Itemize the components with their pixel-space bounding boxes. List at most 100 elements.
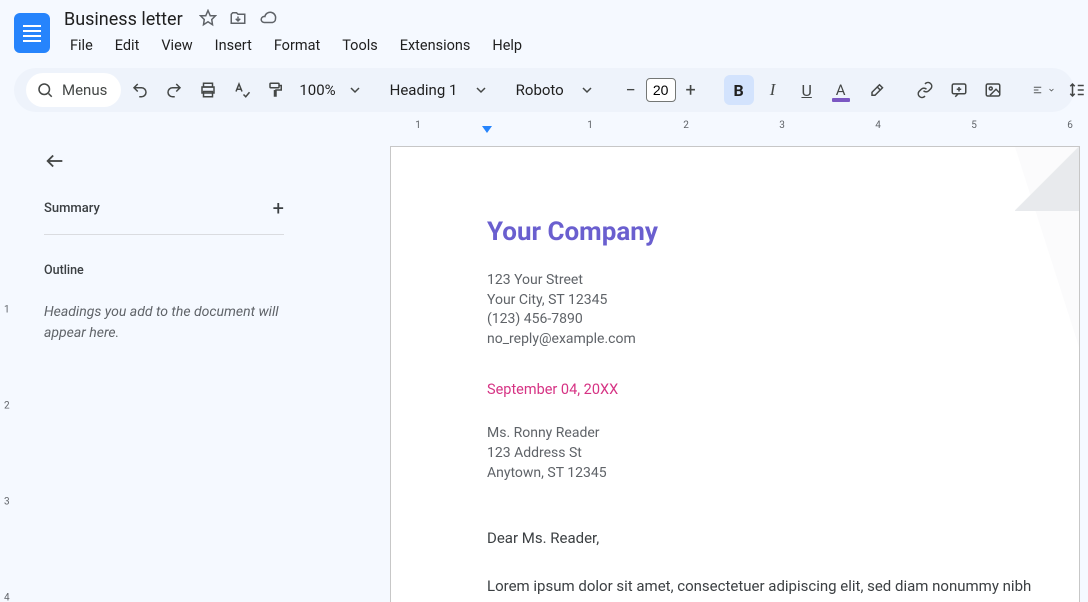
redo-button[interactable] bbox=[159, 75, 189, 105]
menu-extensions[interactable]: Extensions bbox=[390, 33, 481, 58]
line-spacing-button[interactable] bbox=[1062, 75, 1088, 105]
menus-label: Menus bbox=[62, 81, 107, 99]
menu-bar: File Edit View Insert Format Tools Exten… bbox=[60, 33, 532, 58]
addr-line: 123 Your Street bbox=[487, 271, 983, 291]
ruler-tick: 6 bbox=[1067, 120, 1073, 131]
align-button[interactable] bbox=[1028, 75, 1058, 105]
letter-body[interactable]: Lorem ipsum dolor sit amet, consectetuer… bbox=[487, 573, 1067, 602]
sender-address[interactable]: 123 Your Street Your City, ST 12345 (123… bbox=[487, 271, 983, 349]
undo-button[interactable] bbox=[125, 75, 155, 105]
italic-icon: I bbox=[770, 80, 776, 100]
title-bar: Business letter File Edit View Insert Fo… bbox=[0, 0, 1088, 58]
summary-label: Summary bbox=[44, 201, 100, 216]
addr-line: (123) 456-7890 bbox=[487, 310, 983, 330]
line-spacing-icon bbox=[1068, 81, 1086, 99]
doc-company-heading[interactable]: Your Company bbox=[487, 217, 983, 247]
docs-logo[interactable] bbox=[14, 13, 50, 53]
indent-marker[interactable] bbox=[482, 126, 492, 133]
menu-format[interactable]: Format bbox=[264, 33, 330, 58]
font-size-increase[interactable]: + bbox=[678, 77, 704, 103]
insert-image-button[interactable] bbox=[978, 75, 1008, 105]
horizontal-ruler[interactable]: 1 1 2 3 4 5 6 bbox=[390, 120, 1088, 138]
arrow-left-icon bbox=[44, 150, 66, 172]
chevron-down-icon bbox=[582, 85, 592, 95]
ruler-tick: 1 bbox=[587, 120, 593, 131]
font-size-input[interactable] bbox=[646, 78, 676, 102]
ruler-tick: 3 bbox=[4, 497, 10, 508]
ruler-tick: 4 bbox=[4, 593, 10, 602]
menu-insert[interactable]: Insert bbox=[205, 33, 262, 58]
italic-button[interactable]: I bbox=[758, 75, 788, 105]
comment-plus-icon bbox=[950, 81, 968, 99]
text-color-button[interactable]: A bbox=[826, 75, 856, 105]
styles-dropdown[interactable] bbox=[470, 85, 492, 95]
styles-select[interactable]: Heading 1 bbox=[386, 81, 466, 99]
bold-icon: B bbox=[734, 81, 744, 100]
menu-file[interactable]: File bbox=[60, 33, 103, 58]
vertical-ruler[interactable]: 1 2 3 4 bbox=[0, 140, 22, 602]
add-comment-button[interactable] bbox=[944, 75, 974, 105]
title-actions bbox=[199, 9, 277, 31]
align-left-icon bbox=[1032, 81, 1043, 99]
zoom-dropdown[interactable] bbox=[344, 85, 366, 95]
text-color-icon: A bbox=[836, 81, 846, 99]
menu-edit[interactable]: Edit bbox=[105, 33, 150, 58]
search-menus-button[interactable]: Menus bbox=[26, 73, 121, 107]
undo-icon bbox=[131, 81, 149, 99]
move-icon[interactable] bbox=[229, 9, 247, 31]
paint-roller-icon bbox=[267, 81, 285, 99]
image-icon bbox=[984, 81, 1002, 99]
doc-name-row: Business letter bbox=[60, 8, 532, 31]
bold-button[interactable]: B bbox=[724, 75, 754, 105]
ruler-tick: 1 bbox=[415, 120, 421, 131]
addr-line: Ms. Ronny Reader bbox=[487, 424, 983, 444]
letter-date[interactable]: September 04, 20XX bbox=[487, 381, 983, 398]
page-scroll-area[interactable]: Your Company 123 Your Street Your City, … bbox=[390, 140, 1088, 602]
addr-line: Your City, ST 12345 bbox=[487, 291, 983, 311]
title-column: Business letter File Edit View Insert Fo… bbox=[60, 8, 532, 58]
salutation[interactable]: Dear Ms. Reader, bbox=[487, 529, 983, 547]
outline-panel: Summary + Outline Headings you add to th… bbox=[28, 140, 328, 354]
ruler-tick: 2 bbox=[683, 120, 689, 131]
link-icon bbox=[916, 81, 934, 99]
chevron-down-icon bbox=[350, 85, 360, 95]
font-select[interactable]: Roboto bbox=[512, 81, 572, 99]
ruler-tick: 1 bbox=[4, 305, 10, 316]
highlight-button[interactable] bbox=[860, 75, 890, 105]
zoom-select[interactable]: 100% bbox=[295, 81, 339, 99]
text-color-swatch bbox=[832, 98, 850, 102]
paint-format-button[interactable] bbox=[261, 75, 291, 105]
app-shell: Business letter File Edit View Insert Fo… bbox=[0, 0, 1088, 602]
addr-line: 123 Address St bbox=[487, 444, 983, 464]
insert-link-button[interactable] bbox=[910, 75, 940, 105]
search-icon bbox=[36, 81, 54, 99]
font-dropdown[interactable] bbox=[576, 85, 598, 95]
add-summary-button[interactable]: + bbox=[273, 196, 284, 220]
recipient-address[interactable]: Ms. Ronny Reader 123 Address St Anytown,… bbox=[487, 424, 983, 483]
workspace: 1 1 2 3 4 5 6 1 2 3 4 Summary + Outline bbox=[0, 120, 1088, 602]
doc-title[interactable]: Business letter bbox=[60, 8, 187, 31]
ruler-tick: 3 bbox=[779, 120, 785, 131]
font-size-decrease[interactable]: − bbox=[618, 77, 644, 103]
cloud-status-icon[interactable] bbox=[259, 9, 277, 31]
spellcheck-icon bbox=[233, 81, 251, 99]
document-page[interactable]: Your Company 123 Your Street Your City, … bbox=[390, 146, 1080, 602]
font-size-group: − + bbox=[618, 77, 704, 103]
toolbar: Menus 100% Heading 1 Roboto − + B I U A bbox=[14, 68, 1074, 112]
redo-icon bbox=[165, 81, 183, 99]
close-outline-button[interactable] bbox=[44, 150, 66, 172]
ruler-tick: 4 bbox=[875, 120, 881, 131]
ruler-tick: 5 bbox=[971, 120, 977, 131]
underline-button[interactable]: U bbox=[792, 75, 822, 105]
chevron-down-icon bbox=[1049, 81, 1054, 99]
addr-line: no_reply@example.com bbox=[487, 330, 983, 350]
page-corner-fold bbox=[1015, 147, 1079, 211]
star-icon[interactable] bbox=[199, 9, 217, 31]
menu-view[interactable]: View bbox=[151, 33, 202, 58]
spellcheck-button[interactable] bbox=[227, 75, 257, 105]
summary-row: Summary + bbox=[44, 196, 284, 235]
print-button[interactable] bbox=[193, 75, 223, 105]
menu-tools[interactable]: Tools bbox=[332, 33, 388, 58]
menu-help[interactable]: Help bbox=[482, 33, 532, 58]
outline-section-label: Outline bbox=[44, 263, 312, 278]
